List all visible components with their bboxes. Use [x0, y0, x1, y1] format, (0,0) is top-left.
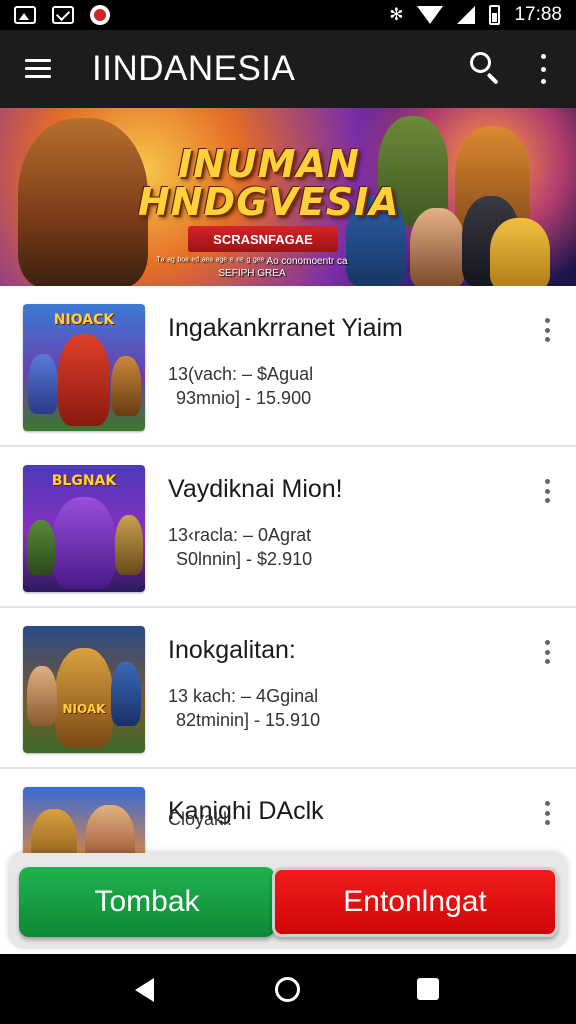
banner-hero-brawler: [410, 208, 465, 286]
status-bar: ✻ 17:88: [0, 0, 576, 30]
banner-ribbon: SCRASNFAGAE: [188, 226, 338, 252]
youtube-icon: [90, 5, 110, 25]
item-menu-icon[interactable]: [542, 318, 552, 342]
menu-icon[interactable]: [25, 59, 51, 79]
secondary-action-button[interactable]: Entonlngat: [272, 867, 558, 937]
thumb-label: NIOACK: [53, 312, 115, 328]
overflow-menu-icon[interactable]: [538, 54, 548, 84]
banner-subtitle: ᵀᵃ ᵃᵍ ᵇᵒᵃ ᵉᵈ ᵃᵉᵃ ᵃᵍᵉ ᵉ ᵉᵉ ᵍ ᵍᵉᵉ Ao conom…: [156, 256, 348, 279]
wifi-icon: [417, 6, 444, 24]
list-item[interactable]: NIOAK Inokgalitan: 13 kach: – 4Gginal 82…: [0, 608, 576, 769]
game-thumbnail: NIOACK: [23, 304, 145, 431]
home-icon[interactable]: [275, 977, 300, 1002]
item-menu-icon[interactable]: [542, 640, 552, 664]
banner-hero-warrior: [18, 118, 148, 286]
promo-banner[interactable]: INUMAN HNDGVESIA SCRASNFAGAE ᵀᵃ ᵃᵍ ᵇᵒᵃ ᵉ…: [0, 108, 576, 286]
game-thumbnail: BLGNAK: [23, 465, 145, 592]
list-item[interactable]: NIOACK Ingakankrranet Yiaim 13(vach: – $…: [0, 286, 576, 447]
game-meta: Cloyakl:: [168, 809, 233, 829]
game-price: 82tminin] - 15.910: [176, 710, 321, 730]
list-item[interactable]: BLGNAK Vaydiknai Mion! 13‹racla: – 0Agra…: [0, 447, 576, 608]
image-icon: [14, 6, 36, 24]
status-time: 17:88: [514, 4, 562, 25]
game-meta: 13‹racla: – 0Agrat: [168, 525, 312, 545]
signal-icon: [457, 6, 476, 24]
mail-icon: [52, 6, 74, 24]
app-title: IINDANESIA: [92, 49, 296, 88]
game-thumbnail: NIOAK: [23, 626, 145, 753]
action-bar: Tombak Entonlngat: [8, 853, 568, 949]
app-bar: IINDANESIA: [0, 30, 576, 108]
game-price: S0lnnin] - $2.910: [176, 549, 313, 569]
game-title: Ingakankrranet Yiaim: [168, 314, 403, 342]
recent-apps-icon[interactable]: [417, 978, 439, 1000]
game-title: Inokgalitan:: [168, 636, 296, 664]
item-menu-icon[interactable]: [542, 479, 552, 503]
game-price: 93mnio] - 15.900: [176, 388, 312, 408]
primary-action-button[interactable]: Tombak: [19, 867, 275, 937]
thumb-label: NIOAK: [62, 702, 106, 716]
banner-title-line2: HNDGVESIA: [138, 180, 400, 224]
game-title: Vaydiknai Mion!: [168, 475, 343, 503]
system-nav-bar: [0, 954, 576, 1024]
battery-icon: [489, 5, 501, 25]
back-icon[interactable]: [135, 978, 154, 1002]
search-icon[interactable]: [470, 52, 502, 85]
banner-hero-knight: [490, 218, 550, 286]
game-meta: 13(vach: – $Agual: [168, 364, 314, 384]
bluetooth-icon: ✻: [389, 5, 404, 24]
game-meta: 13 kach: – 4Gginal: [168, 686, 319, 706]
item-menu-icon[interactable]: [542, 801, 552, 825]
thumb-label: BLGNAK: [51, 473, 117, 489]
